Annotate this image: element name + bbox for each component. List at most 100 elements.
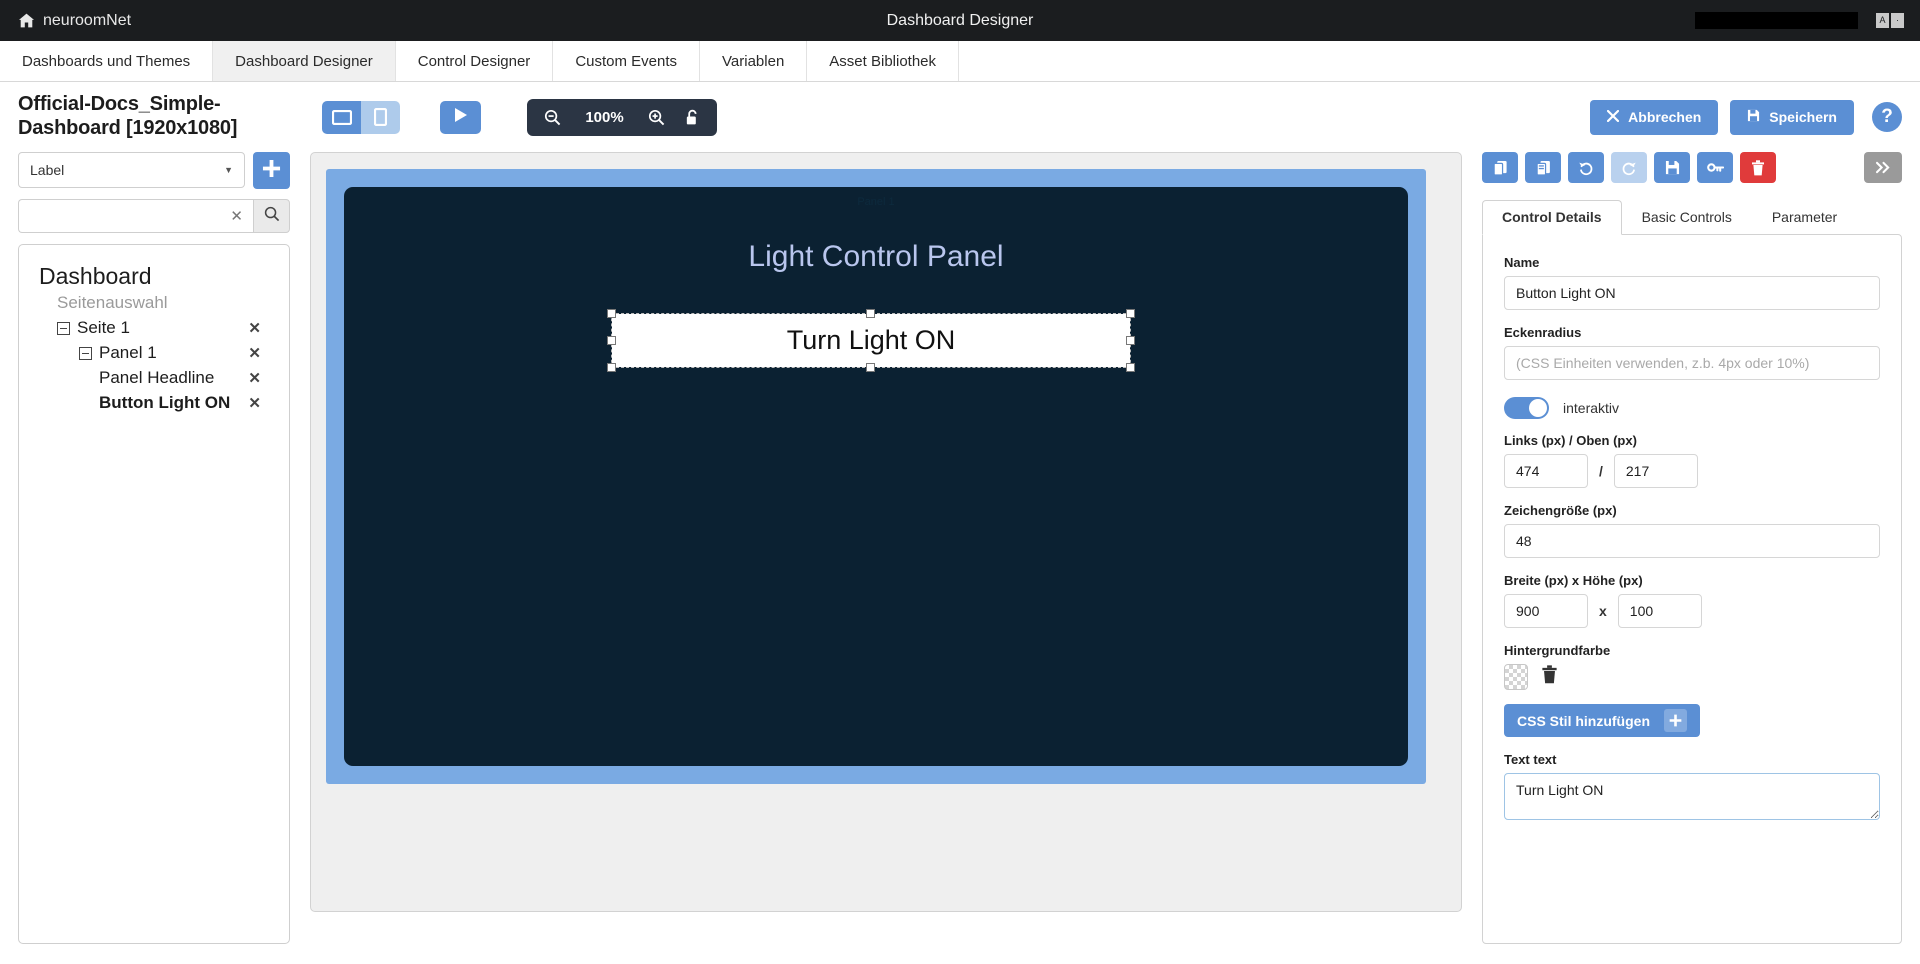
add-css-style-button[interactable]: CSS Stil hinzufügen [1504, 704, 1700, 737]
text-textarea[interactable] [1504, 773, 1880, 820]
save-button-label: Speichern [1769, 109, 1837, 125]
header-title: Dashboard Designer [0, 12, 1920, 30]
tree-item-button-light-on[interactable]: Button Light ON ✕ [33, 393, 275, 413]
control-type-value: Label [30, 162, 64, 178]
tab-parameter[interactable]: Parameter [1752, 200, 1857, 235]
undo-icon[interactable] [1568, 152, 1604, 183]
tab-control-details[interactable]: Control Details [1482, 200, 1622, 235]
tree-item-close-icon[interactable]: ✕ [248, 344, 275, 362]
resize-handle-w[interactable] [607, 336, 616, 345]
size-field-label: Breite (px) x Höhe (px) [1504, 573, 1880, 588]
tablet-icon[interactable] [361, 101, 400, 134]
canvas-button-light-on[interactable]: Turn Light ON [612, 314, 1130, 367]
paste-icon[interactable] [1525, 152, 1561, 183]
nav-tab-variablen[interactable]: Variablen [700, 41, 807, 81]
name-input[interactable] [1504, 276, 1880, 310]
resize-handle-n[interactable] [866, 309, 875, 318]
radius-field-label: Eckenradius [1504, 325, 1880, 340]
copy-icon[interactable] [1482, 152, 1518, 183]
canvas-viewport[interactable]: Panel 1 Light Control Panel Turn Light O… [310, 152, 1462, 912]
left-sidebar: Label ▼ ✕ Dashboard Seitenauswahl [18, 152, 290, 964]
cancel-button-label: Abbrechen [1628, 109, 1701, 125]
tree-item-seite-1[interactable]: Seite 1 ✕ [33, 318, 275, 338]
add-control-button[interactable] [253, 152, 290, 189]
properties-sidebar: Control Details Basic Controls Parameter… [1482, 152, 1902, 964]
interactive-toggle[interactable] [1504, 397, 1549, 419]
panel-headline[interactable]: Light Control Panel [344, 240, 1408, 274]
width-input[interactable] [1504, 594, 1588, 628]
resize-handle-sw[interactable] [607, 363, 616, 372]
height-input[interactable] [1618, 594, 1702, 628]
device-orientation-toggle [322, 101, 400, 134]
tab-basic-controls[interactable]: Basic Controls [1622, 200, 1752, 235]
tree-item-close-icon[interactable]: ✕ [248, 319, 275, 337]
preview-play-button[interactable] [440, 101, 481, 134]
nav-tab-dashboard-designer[interactable]: Dashboard Designer [213, 41, 396, 81]
clear-x-icon[interactable]: ✕ [224, 207, 243, 225]
fontsize-field-label: Zeichengröße (px) [1504, 503, 1880, 518]
resize-handle-s[interactable] [866, 363, 875, 372]
keyboard-layout-icon[interactable]: A · [1876, 13, 1904, 28]
chevron-double-right-icon[interactable] [1864, 152, 1902, 183]
monitor-icon[interactable] [322, 101, 361, 134]
help-button[interactable]: ? [1872, 102, 1902, 132]
close-icon [1607, 109, 1619, 125]
search-box[interactable]: ✕ [18, 199, 253, 233]
position-field-label: Links (px) / Oben (px) [1504, 433, 1880, 448]
fontsize-input[interactable] [1504, 524, 1880, 558]
left-position-input[interactable] [1504, 454, 1588, 488]
main-content: Label ▼ ✕ Dashboard Seitenauswahl [0, 152, 1920, 964]
tree-item-panel-1[interactable]: Panel 1 ✕ [33, 343, 275, 363]
floppy-disk-icon [1747, 109, 1760, 125]
bgcolor-delete-icon[interactable] [1541, 665, 1558, 689]
search-input[interactable] [29, 208, 224, 224]
dashboard-tree: Dashboard Seitenauswahl Seite 1 ✕ Panel … [18, 244, 290, 944]
collapse-toggle-icon[interactable] [57, 322, 70, 335]
search-button[interactable] [253, 199, 290, 233]
search-icon [264, 206, 280, 227]
collapse-toggle-icon[interactable] [79, 347, 92, 360]
tree-item-panel-headline[interactable]: Panel Headline ✕ [33, 368, 275, 388]
key-icon[interactable] [1697, 152, 1733, 183]
resize-handle-se[interactable] [1126, 363, 1135, 372]
top-position-input[interactable] [1614, 454, 1698, 488]
zoom-level-value: 100% [581, 109, 628, 126]
size-separator: x [1599, 603, 1607, 619]
dashboard-panel[interactable]: Panel 1 Light Control Panel Turn Light O… [344, 187, 1408, 766]
tree-item-close-icon[interactable]: ✕ [248, 369, 275, 387]
properties-tabs: Control Details Basic Controls Parameter [1482, 199, 1902, 234]
resize-handle-nw[interactable] [607, 309, 616, 318]
radius-input[interactable] [1504, 346, 1880, 380]
cancel-button[interactable]: Abbrechen [1590, 100, 1718, 135]
control-toolbar [1482, 152, 1902, 183]
device-frame: Panel 1 Light Control Panel Turn Light O… [326, 169, 1426, 784]
tree-item-label: Button Light ON [99, 393, 248, 413]
name-field-label: Name [1504, 255, 1880, 270]
home-icon [18, 13, 35, 28]
canvas-button-label: Turn Light ON [787, 325, 956, 356]
resize-handle-ne[interactable] [1126, 309, 1135, 318]
save-button[interactable]: Speichern [1730, 100, 1854, 135]
resize-handle-e[interactable] [1126, 336, 1135, 345]
nav-tab-dashboards-und-themes[interactable]: Dashboards und Themes [0, 41, 213, 81]
unlock-icon[interactable] [685, 109, 700, 126]
size-row: x [1504, 594, 1880, 628]
redacted-user-field [1695, 12, 1858, 29]
save-icon[interactable] [1654, 152, 1690, 183]
nav-tab-asset-bibliothek[interactable]: Asset Bibliothek [807, 41, 959, 81]
header-right-group: A · [1695, 12, 1920, 29]
brand[interactable]: neuroomNet [0, 12, 131, 30]
nav-tab-custom-events[interactable]: Custom Events [553, 41, 700, 81]
brand-label: neuroomNet [43, 12, 131, 30]
chevron-down-icon: ▼ [224, 165, 233, 175]
nav-tab-control-designer[interactable]: Control Designer [396, 41, 554, 81]
interactive-toggle-label: interaktiv [1563, 400, 1619, 416]
bgcolor-swatch[interactable] [1504, 664, 1528, 690]
control-type-select[interactable]: Label ▼ [18, 152, 245, 188]
tree-item-close-icon[interactable]: ✕ [248, 394, 275, 412]
trash-icon[interactable] [1740, 152, 1776, 183]
zoom-in-icon[interactable] [648, 109, 665, 126]
zoom-out-icon[interactable] [544, 109, 561, 126]
interactive-toggle-row: interaktiv [1504, 397, 1880, 419]
tree-item-label: Panel 1 [99, 343, 248, 363]
